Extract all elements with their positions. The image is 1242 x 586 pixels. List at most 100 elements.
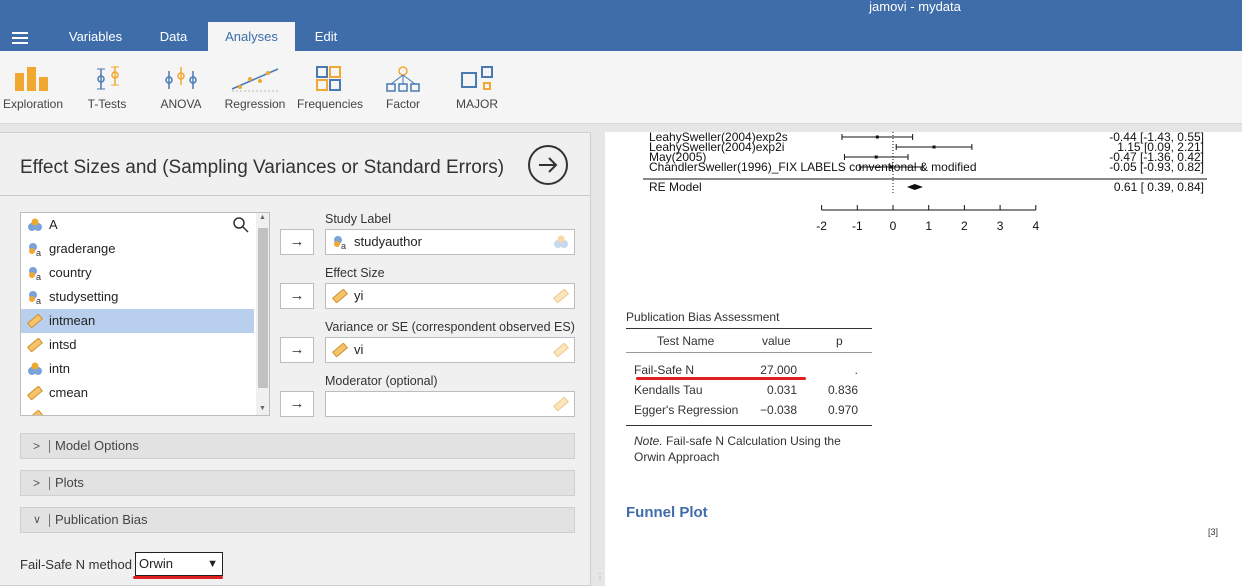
options-panel: Effect Sizes and (Sampling Variances or … xyxy=(0,132,591,586)
variance-field[interactable]: vi xyxy=(325,337,575,363)
move-to-variance-button[interactable]: → xyxy=(280,337,314,363)
svg-text:a: a xyxy=(341,241,346,249)
forest-plot: LeahySweller(2004)exp2s -0.44 [-1.43, 0.5… xyxy=(643,132,1207,233)
anova-icon xyxy=(165,67,197,89)
variance-label: Variance or SE (correspondent observed E… xyxy=(325,320,575,334)
continuous-type-icon xyxy=(553,343,569,357)
frequencies-icon xyxy=(316,66,341,91)
forest-point xyxy=(875,135,879,139)
factor-button[interactable]: Factor xyxy=(376,51,430,121)
table-row-value: 27.000 xyxy=(760,363,797,377)
nominal-text-variable-icon: a xyxy=(29,291,41,304)
list-item[interactable]: a studysetting xyxy=(21,285,254,309)
ttests-button[interactable]: T-Tests xyxy=(80,51,134,121)
move-to-effect-size-button[interactable]: → xyxy=(280,283,314,309)
close-panel-button[interactable] xyxy=(528,145,568,185)
col-header-value: value xyxy=(762,334,791,348)
col-header-p: p xyxy=(836,334,843,348)
forest-point xyxy=(932,145,936,149)
svg-text:a: a xyxy=(36,296,41,304)
nominal-text-variable-icon: a xyxy=(29,267,41,280)
list-item[interactable]: a graderange xyxy=(21,237,254,261)
exploration-button[interactable]: Exploration xyxy=(0,51,66,121)
chevron-right-icon: > xyxy=(33,439,41,453)
continuous-variable-icon xyxy=(27,386,43,400)
scrollbar-thumb[interactable] xyxy=(258,228,268,388)
window-title: jamovi - mydata xyxy=(869,0,961,14)
variable-list[interactable]: A a graderange a country a studysetting … xyxy=(20,212,270,416)
forest-tick-label: -2 xyxy=(816,219,827,233)
list-item[interactable]: cmean xyxy=(21,381,254,405)
study-label-label: Study Label xyxy=(325,212,392,226)
results-panel: LeahySweller(2004)exp2s -0.44 [-1.43, 0.5… xyxy=(605,132,1242,586)
publication-bias-section[interactable]: ∨ Publication Bias xyxy=(20,507,575,533)
nominal-text-variable-icon: a xyxy=(334,236,346,249)
move-to-moderator-button[interactable]: → xyxy=(280,391,314,417)
failsafe-method-label: Fail-Safe N method xyxy=(20,557,132,572)
table-row-test: Fail-Safe N xyxy=(634,363,695,377)
scroll-up-icon[interactable]: ▲ xyxy=(259,214,266,221)
chevron-right-icon: > xyxy=(33,476,41,490)
effect-size-field[interactable]: yi xyxy=(325,283,575,309)
nominal-variable-icon xyxy=(28,218,42,231)
list-item[interactable]: intn xyxy=(21,357,254,381)
effect-size-label: Effect Size xyxy=(325,266,385,280)
forest-model-ci: 0.61 [ 0.39, 0.84] xyxy=(1114,180,1204,194)
menu-icon[interactable] xyxy=(12,32,28,44)
ttests-icon xyxy=(97,66,119,90)
regression-button[interactable]: Regression xyxy=(224,51,286,121)
forest-tick-label: 3 xyxy=(997,219,1004,233)
tab-data[interactable]: Data xyxy=(143,22,204,51)
table-row-test: Kendalls Tau xyxy=(634,383,703,397)
list-item[interactable]: A xyxy=(21,213,254,237)
nominal-variable-icon xyxy=(28,362,42,375)
continuous-variable-icon xyxy=(332,343,348,357)
table-row-value: 0.031 xyxy=(766,383,797,397)
list-item xyxy=(21,405,254,415)
list-item[interactable]: intmean xyxy=(21,309,254,333)
study-label-field[interactable]: a studyauthor xyxy=(325,229,575,255)
moderator-field[interactable] xyxy=(325,391,575,417)
table-row-test: Egger's Regression xyxy=(634,403,739,417)
model-options-section[interactable]: > Model Options xyxy=(20,433,575,459)
move-to-study-label-button[interactable]: → xyxy=(280,229,314,255)
failsafe-method-select[interactable]: Orwin ▼ xyxy=(135,552,223,576)
list-item[interactable]: a country xyxy=(21,261,254,285)
arrow-right-circle-icon xyxy=(539,157,558,173)
arrow-right-icon: → xyxy=(289,341,305,358)
major-button[interactable]: MAJOR xyxy=(450,51,504,121)
forest-point xyxy=(889,165,893,169)
arrow-right-icon: → xyxy=(289,395,305,412)
forest-point xyxy=(874,155,878,159)
tab-variables[interactable]: Variables xyxy=(52,22,139,51)
continuous-type-icon xyxy=(553,289,569,303)
continuous-variable-icon xyxy=(27,410,43,415)
moderator-label: Moderator (optional) xyxy=(325,374,438,388)
continuous-variable-icon xyxy=(27,314,43,328)
tab-analyses[interactable]: Analyses xyxy=(208,22,295,51)
major-icon xyxy=(461,66,493,90)
divider xyxy=(0,195,590,196)
continuous-type-icon xyxy=(553,397,569,411)
forest-model-label: RE Model xyxy=(649,180,702,194)
search-icon[interactable] xyxy=(233,217,249,233)
frequencies-button[interactable]: Frequencies xyxy=(297,51,363,121)
forest-tick-label: 2 xyxy=(961,219,968,233)
chevron-down-icon: ▼ xyxy=(207,558,218,570)
nominal-type-icon xyxy=(554,235,568,248)
tab-edit[interactable]: Edit xyxy=(298,22,354,51)
red-annotation-underline xyxy=(133,576,223,579)
forest-tick-label: 0 xyxy=(890,219,897,233)
panel-title: Effect Sizes and (Sampling Variances or … xyxy=(20,157,505,178)
scroll-down-icon[interactable]: ▼ xyxy=(259,405,266,412)
svg-text:a: a xyxy=(36,272,41,280)
red-annotation-underline xyxy=(636,377,806,380)
funnel-plot-title: Funnel Plot xyxy=(626,504,708,521)
plots-section[interactable]: > Plots xyxy=(20,470,575,496)
continuous-variable-icon xyxy=(332,289,348,303)
anova-button[interactable]: ANOVA xyxy=(154,51,208,121)
panel-splitter[interactable]: ⋮ xyxy=(591,132,605,586)
table-row-value: −0.038 xyxy=(759,403,797,417)
forest-row-ci: -0.05 [-0.93, 0.82] xyxy=(1109,160,1204,174)
list-item[interactable]: intsd xyxy=(21,333,254,357)
